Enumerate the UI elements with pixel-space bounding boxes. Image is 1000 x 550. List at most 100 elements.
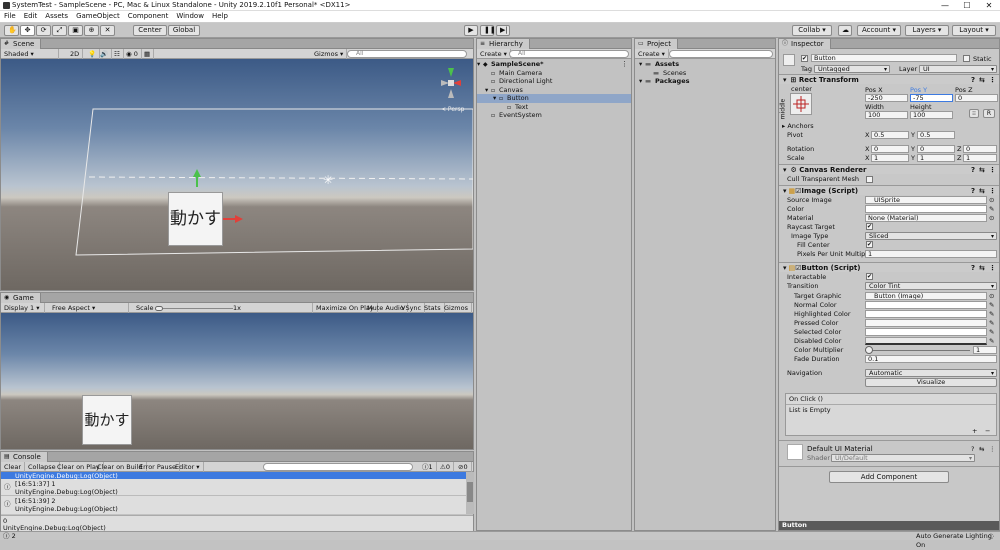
scene-viewport[interactable]: ✳ 動かす < Persp (1, 59, 473, 290)
source-image-field[interactable]: UISprite (865, 196, 987, 204)
multiplier-slider-track[interactable] (865, 350, 970, 351)
object-name-field[interactable]: Button (811, 54, 957, 62)
transform-tool-icon[interactable]: ⊕ (84, 25, 99, 36)
eyedropper-icon[interactable]: ✎ (989, 301, 994, 309)
scale-x-field[interactable]: 1 (871, 154, 909, 162)
remove-event-button[interactable]: − (985, 427, 990, 435)
multiplier-slider-thumb[interactable] (865, 346, 873, 354)
help-icon[interactable]: ? (971, 445, 974, 453)
scale-y-field[interactable]: 1 (917, 154, 955, 162)
eyedropper-icon[interactable]: ✎ (989, 319, 994, 327)
eyedropper-icon[interactable]: ✎ (989, 328, 994, 336)
project-folder-item[interactable]: ▾ ▬ Packages (635, 77, 775, 86)
hierarchy-search-input[interactable]: All (509, 50, 629, 58)
tab-hierarchy[interactable]: ≡ Hierarchy (477, 39, 530, 49)
scene-search-input[interactable]: All (347, 50, 467, 58)
width-field[interactable]: 100 (865, 111, 908, 119)
rot-y-field[interactable]: 0 (917, 145, 955, 153)
component-menu-icon[interactable]: ⋮ (989, 445, 996, 453)
layers-dropdown[interactable]: Layers ▾ (905, 25, 949, 36)
scale-slider-thumb[interactable] (155, 306, 163, 311)
console-entry[interactable]: UnityEngine.Debug:Log(Object) (1, 472, 466, 480)
highlighted-color-swatch[interactable] (865, 310, 987, 318)
layout-dropdown[interactable]: Layout ▾ (952, 25, 996, 36)
rotate-tool-icon[interactable]: ⟳ (36, 25, 51, 36)
tab-inspector[interactable]: ⓘ Inspector (779, 39, 831, 49)
target-graphic-field[interactable]: Button (Image) (865, 292, 987, 300)
raycast-target-checkbox[interactable]: ✔ (866, 223, 873, 230)
component-menu-icon[interactable]: ⋮ (989, 165, 996, 175)
tab-game[interactable]: ◉ Game (1, 293, 41, 303)
shader-dropdown[interactable]: UI/Default (831, 454, 975, 462)
height-field[interactable]: 100 (910, 111, 953, 119)
add-component-button[interactable]: Add Component (829, 471, 949, 483)
rot-x-field[interactable]: 0 (871, 145, 909, 153)
object-picker-icon[interactable]: ⊙ (989, 292, 994, 300)
menu-gameobject[interactable]: GameObject (72, 11, 124, 21)
raw-edit-button[interactable]: R (983, 109, 995, 118)
console-entry[interactable]: ⓘ [16:51:37] 1 UnityEngine.Debug:Log(Objec… (1, 480, 466, 496)
scene-menu-icon[interactable]: ⋮ (621, 60, 628, 68)
tab-project[interactable]: ▭ Project (635, 39, 678, 49)
normal-color-swatch[interactable] (865, 301, 987, 309)
rect-tool-icon[interactable]: ▣ (68, 25, 83, 36)
warning-count-icon[interactable]: ⚠0 (437, 462, 454, 472)
eyedropper-icon[interactable]: ✎ (989, 205, 994, 213)
console-scroll-thumb[interactable] (467, 482, 473, 502)
editor-dropdown[interactable]: Editor ▾ (172, 462, 204, 472)
console-search-input[interactable] (263, 463, 413, 471)
visualize-button[interactable]: Visualize (865, 378, 997, 387)
inspector-preview-bar[interactable]: Button (779, 521, 999, 530)
rot-z-field[interactable]: 0 (963, 145, 997, 153)
component-menu-icon[interactable]: ⋮ (989, 186, 996, 196)
active-checkbox[interactable]: ✔ (801, 55, 808, 62)
play-button[interactable]: ▶ (464, 25, 478, 36)
help-icon[interactable]: ? (971, 263, 975, 273)
fold-arrow-icon[interactable]: ▾ (639, 77, 642, 86)
status-message[interactable]: 2 (12, 532, 16, 540)
fade-duration-field[interactable]: 0.1 (865, 355, 997, 363)
menu-edit[interactable]: Edit (20, 11, 42, 21)
transition-dropdown[interactable]: Color Tint (865, 282, 997, 290)
component-menu-icon[interactable]: ⋮ (989, 75, 996, 85)
game-viewport[interactable]: 動かす (1, 313, 473, 449)
preset-icon[interactable]: ⇆ (979, 263, 985, 273)
pause-button[interactable]: ❚❚ (480, 25, 496, 36)
blueprint-mode-icon[interactable]: ⁝⁝ (969, 109, 979, 118)
info-count-icon[interactable]: ⓘ1 (419, 462, 437, 472)
pressed-color-swatch[interactable] (865, 319, 987, 327)
scale-slider[interactable]: Scale 1x (133, 303, 313, 313)
console-scrollbar[interactable] (466, 472, 474, 514)
anchors-foldout[interactable]: ▸ Anchors (782, 122, 814, 130)
display-dropdown[interactable]: Display 1 ▾ (1, 303, 45, 313)
help-icon[interactable]: ? (971, 186, 975, 196)
project-create-dropdown[interactable]: Create ▾ (635, 49, 669, 59)
posx-field[interactable]: -250 (865, 94, 908, 102)
rect-transform-header[interactable]: ▾ ⊞ Rect Transform ? ⇆ ⋮ (779, 74, 999, 84)
eyedropper-icon[interactable]: ✎ (989, 337, 994, 345)
anchor-preset-button[interactable] (790, 93, 812, 115)
material-field[interactable]: None (Material) (865, 214, 987, 222)
close-button[interactable]: ✕ (978, 0, 1000, 11)
minimize-button[interactable]: — (934, 0, 956, 11)
image-type-dropdown[interactable]: Sliced (865, 232, 997, 240)
clear-button[interactable]: Clear (1, 462, 25, 472)
button-component-header[interactable]: ▾ ▤☑Button (Script) ? ⇆ ⋮ (779, 262, 999, 272)
selected-color-swatch[interactable] (865, 328, 987, 336)
object-picker-icon[interactable]: ⊙ (989, 196, 994, 204)
interactable-checkbox[interactable]: ✔ (866, 273, 873, 280)
account-dropdown[interactable]: Account ▾ (857, 25, 901, 36)
menu-assets[interactable]: Assets (41, 11, 72, 21)
multiplier-field[interactable]: 1 (973, 346, 997, 354)
disabled-color-swatch[interactable] (865, 337, 987, 345)
shading-mode-dropdown[interactable]: Shaded ▾ (1, 49, 59, 59)
posy-field[interactable]: -75 (910, 94, 953, 102)
object-picker-icon[interactable]: ⊙ (989, 214, 994, 222)
pivot-x-field[interactable]: 0.5 (871, 131, 909, 139)
menu-window[interactable]: Window (172, 11, 208, 21)
component-menu-icon[interactable]: ⋮ (989, 263, 996, 273)
image-color-swatch[interactable] (865, 205, 987, 213)
persp-label[interactable]: < Persp (441, 106, 464, 113)
audio-icon[interactable]: 🔊 (97, 49, 113, 59)
game-button[interactable]: 動かす (82, 395, 132, 445)
